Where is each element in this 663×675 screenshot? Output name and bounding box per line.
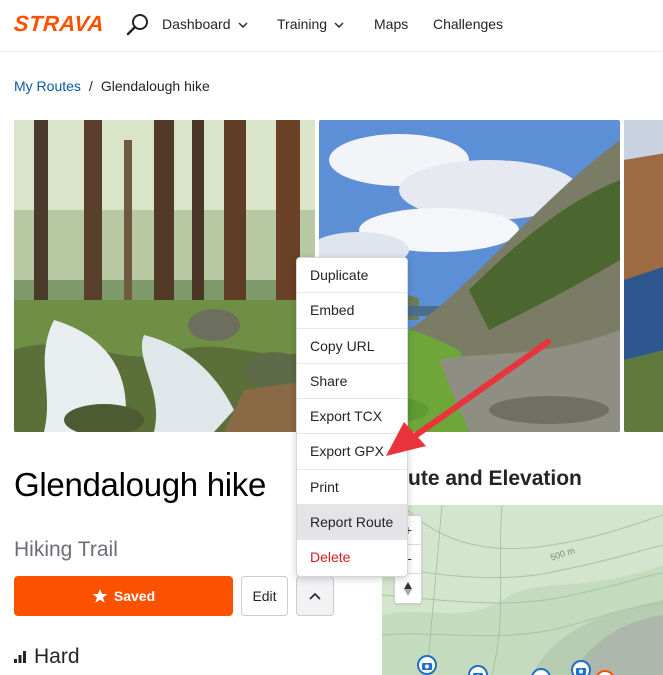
menu-item-share[interactable]: Share <box>297 364 407 400</box>
camera-icon <box>576 667 586 675</box>
map-photo-pin[interactable] <box>571 660 591 675</box>
camera-icon <box>422 662 432 670</box>
difficulty: Hard <box>14 645 80 669</box>
route-options-menu: Duplicate Embed Copy URL Share Export TC… <box>296 257 408 577</box>
compass-icon <box>404 581 412 596</box>
section-title: Route and Elevation <box>380 467 582 490</box>
menu-item-copy-url[interactable]: Copy URL <box>297 329 407 364</box>
saved-button[interactable]: Saved <box>14 576 233 616</box>
strava-logo[interactable]: STRAVA <box>13 11 105 37</box>
menu-item-duplicate[interactable]: Duplicate <box>297 258 407 294</box>
edit-button[interactable]: Edit <box>241 576 288 616</box>
nav-training-label: Training <box>277 16 328 32</box>
compass-button[interactable] <box>395 574 421 603</box>
more-options-button[interactable] <box>296 576 334 616</box>
star-icon <box>92 589 108 603</box>
breadcrumb: My Routes / Glendalough hike <box>14 78 210 94</box>
nav-challenges[interactable]: Challenges <box>433 16 503 32</box>
route-type: Hiking Trail <box>14 538 118 561</box>
map-photo-pin[interactable] <box>417 655 437 675</box>
nav-dashboard-label: Dashboard <box>162 16 231 32</box>
menu-item-delete[interactable]: Delete <box>297 540 407 575</box>
nav-challenges-label: Challenges <box>433 16 504 32</box>
route-map[interactable]: + − 500 m <box>382 505 663 675</box>
chevron-down-icon <box>238 22 247 29</box>
chevron-down-icon <box>334 22 344 29</box>
top-navigation: STRAVA Dashboard Training Maps Challenge… <box>0 0 663 52</box>
route-photo-lake[interactable] <box>624 120 663 432</box>
nav-maps[interactable]: Maps <box>374 16 408 32</box>
menu-item-export-gpx[interactable]: Export GPX <box>297 434 407 470</box>
menu-item-export-tcx[interactable]: Export TCX <box>297 399 407 435</box>
chevron-up-icon <box>309 592 321 600</box>
signal-bars-icon <box>14 651 26 663</box>
search-icon[interactable] <box>125 12 151 38</box>
route-title: Glendalough hike <box>14 466 267 503</box>
breadcrumb-separator: / <box>88 78 93 94</box>
breadcrumb-current: Glendalough hike <box>100 78 210 94</box>
route-photo-forest[interactable] <box>14 120 315 432</box>
menu-item-print[interactable]: Print <box>297 470 407 506</box>
map-terrain <box>382 505 663 675</box>
menu-item-embed[interactable]: Embed <box>297 293 407 329</box>
camera-icon <box>473 672 483 675</box>
difficulty-label: Hard <box>34 645 80 668</box>
saved-button-label: Saved <box>113 588 156 604</box>
nav-training[interactable]: Training <box>277 16 345 32</box>
menu-item-report-route[interactable]: Report Route <box>297 505 407 541</box>
nav-dashboard[interactable]: Dashboard <box>162 16 249 32</box>
breadcrumb-my-routes[interactable]: My Routes <box>14 78 81 94</box>
nav-maps-label: Maps <box>374 16 409 32</box>
